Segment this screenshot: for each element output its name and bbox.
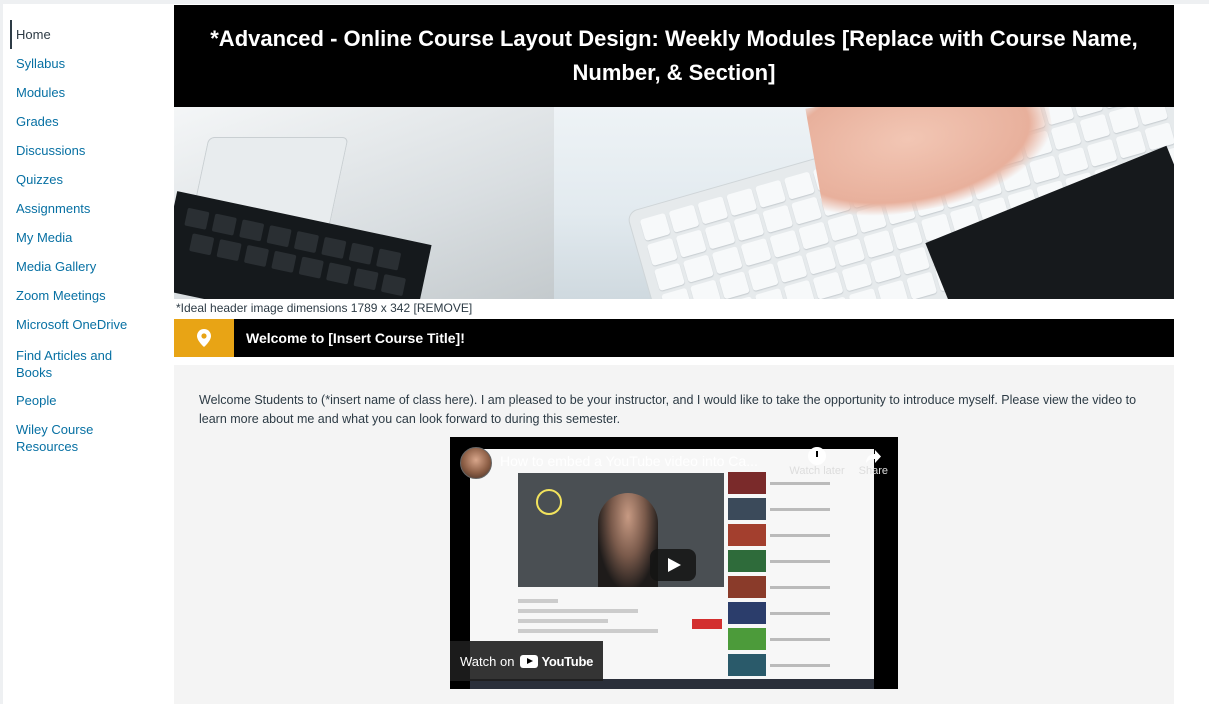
nav-assignments[interactable]: Assignments: [10, 194, 160, 223]
image-dimensions-note: *Ideal header image dimensions 1789 x 34…: [176, 301, 473, 315]
share-label: Share: [858, 465, 888, 477]
nav-quizzes[interactable]: Quizzes: [10, 165, 160, 194]
map-pin-icon: [174, 319, 234, 357]
youtube-wordmark: YouTube: [541, 653, 594, 669]
channel-avatar[interactable]: [460, 447, 492, 479]
page-title: *Advanced - Online Course Layout Design:…: [210, 22, 1137, 90]
nav-zoom-meetings[interactable]: Zoom Meetings: [10, 281, 160, 310]
laptop-illustration: [174, 107, 554, 299]
nav-discussions[interactable]: Discussions: [10, 136, 160, 165]
nav-home[interactable]: Home: [10, 20, 160, 49]
nav-my-media[interactable]: My Media: [10, 223, 160, 252]
top-border: [0, 0, 1209, 4]
embedded-youtube-video[interactable]: How to embed a YouTube video into Ca... …: [450, 437, 898, 689]
share-icon: [866, 450, 882, 463]
video-top-controls: Watch later Share: [789, 447, 888, 477]
nav-grades[interactable]: Grades: [10, 107, 160, 136]
youtube-logo-icon: YouTube: [520, 654, 593, 669]
share-button[interactable]: Share: [859, 447, 888, 477]
nav-microsoft-onedrive[interactable]: Microsoft OneDrive: [10, 310, 160, 339]
watch-later-label: Watch later: [789, 465, 845, 477]
nav-people[interactable]: People: [10, 392, 160, 409]
page-content: *Advanced - Online Course Layout Design:…: [174, 5, 1174, 704]
video-title[interactable]: How to embed a YouTube video into Ca...: [500, 453, 758, 469]
left-border: [0, 4, 3, 704]
welcome-heading: Welcome to [Insert Course Title]!: [246, 330, 465, 346]
nav-wiley-resources[interactable]: Wiley Course Resources: [10, 421, 120, 455]
nav-modules[interactable]: Modules: [10, 78, 160, 107]
watch-on-youtube-link[interactable]: Watch on YouTube: [450, 641, 604, 681]
intro-paragraph: Welcome Students to (*insert name of cla…: [199, 393, 1137, 426]
course-title-banner: *Advanced - Online Course Layout Design:…: [174, 5, 1174, 107]
play-button[interactable]: [650, 549, 696, 581]
page-title-line-1: *Advanced - Online Course Layout Design:…: [210, 26, 1138, 51]
nav-media-gallery[interactable]: Media Gallery: [10, 252, 160, 281]
welcome-panel: Welcome Students to (*insert name of cla…: [174, 365, 1174, 704]
nav-syllabus[interactable]: Syllabus: [10, 49, 160, 78]
header-image: [174, 107, 1174, 299]
page-title-line-2: Number, & Section]: [572, 60, 776, 85]
welcome-banner: Welcome to [Insert Course Title]!: [174, 319, 1174, 357]
nav-find-articles[interactable]: Find Articles and Books: [10, 347, 130, 381]
watch-later-button[interactable]: Watch later: [789, 447, 845, 477]
watch-on-label: Watch on: [460, 653, 515, 669]
clock-icon: [808, 447, 827, 465]
course-navigation: Home Syllabus Modules Grades Discussions…: [10, 20, 160, 455]
